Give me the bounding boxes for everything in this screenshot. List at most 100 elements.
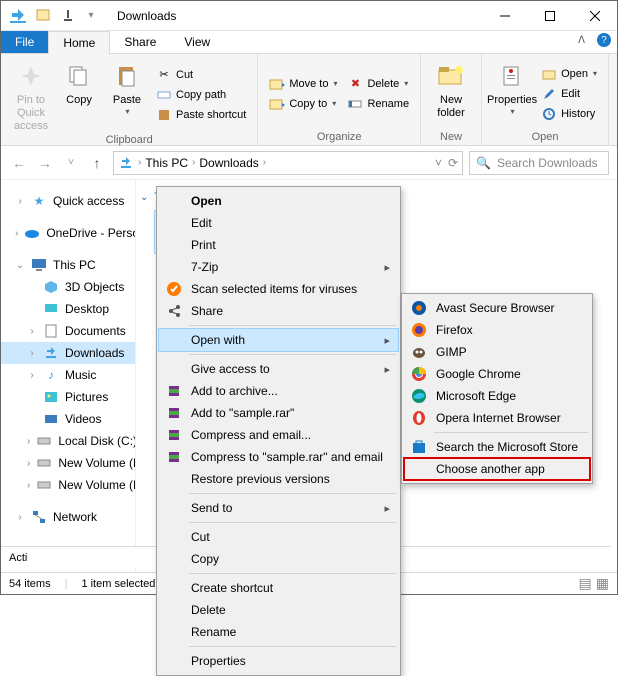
tab-view[interactable]: View xyxy=(170,31,224,53)
sidebar-item-local-disk-c[interactable]: ›Local Disk (C:) xyxy=(1,430,135,452)
chevron-right-icon[interactable]: › xyxy=(15,196,25,207)
ctx-7zip[interactable]: 7-Zip▸ xyxy=(159,256,398,278)
pin-to-quick-access-button[interactable]: Pin to Quick access xyxy=(7,56,55,134)
ctx-rename[interactable]: Rename xyxy=(159,621,398,643)
help-icon[interactable]: ? xyxy=(597,33,611,47)
ctx-edit[interactable]: Edit xyxy=(159,212,398,234)
ctx-add-sample[interactable]: Add to "sample.rar" xyxy=(159,402,398,424)
sidebar-item-new-volume-e[interactable]: ›New Volume (E:) xyxy=(1,474,135,496)
submenu-firefox[interactable]: Firefox xyxy=(404,319,590,341)
crumb-this-pc[interactable]: This PC xyxy=(145,156,188,170)
group-clipboard: Pin to Quick access Copy Paste ▾ ✂Cut Co… xyxy=(1,54,258,145)
copy-path-button[interactable]: Copy path xyxy=(153,86,249,104)
refresh-icon[interactable]: ⟳ xyxy=(448,156,458,170)
sidebar-item-quick-access[interactable]: ›★Quick access xyxy=(1,190,135,212)
submenu-store[interactable]: Search the Microsoft Store xyxy=(404,436,590,458)
ctx-scan[interactable]: Scan selected items for viruses xyxy=(159,278,398,300)
qat-save-icon[interactable] xyxy=(33,5,55,27)
qat-dropdown-icon[interactable] xyxy=(59,5,81,27)
chevron-right-icon[interactable]: › xyxy=(27,326,37,337)
rename-button[interactable]: Rename xyxy=(344,95,412,113)
submenu-gimp[interactable]: GIMP xyxy=(404,341,590,363)
delete-button[interactable]: ✖Delete▾ xyxy=(344,75,412,93)
ctx-delete[interactable]: Delete xyxy=(159,599,398,621)
submenu-edge[interactable]: Microsoft Edge xyxy=(404,385,590,407)
cut-button[interactable]: ✂Cut xyxy=(153,66,249,84)
chevron-right-icon[interactable]: › xyxy=(261,157,268,168)
chevron-right-icon[interactable]: › xyxy=(27,480,30,491)
sidebar-item-music[interactable]: ›♪Music xyxy=(1,364,135,386)
paste-button[interactable]: Paste ▾ xyxy=(103,56,151,134)
ctx-give-access[interactable]: Give access to▸ xyxy=(159,358,398,380)
ctx-properties[interactable]: Properties xyxy=(159,650,398,672)
sidebar-item-desktop[interactable]: Desktop xyxy=(1,298,135,320)
ctx-compress-sample-email[interactable]: Compress to "sample.rar" and email xyxy=(159,446,398,468)
chevron-right-icon[interactable]: › xyxy=(15,228,18,239)
paste-shortcut-button[interactable]: Paste shortcut xyxy=(153,106,249,124)
ctx-share[interactable]: Share xyxy=(159,300,398,322)
up-button[interactable]: ↑ xyxy=(87,153,107,173)
sidebar-item-downloads[interactable]: ›Downloads xyxy=(1,342,135,364)
submenu-chrome[interactable]: Google Chrome xyxy=(404,363,590,385)
sidebar-item-this-pc[interactable]: ⌄This PC xyxy=(1,254,135,276)
forward-button[interactable]: → xyxy=(35,153,55,173)
chevron-right-icon[interactable]: › xyxy=(27,436,30,447)
crumb-downloads[interactable]: Downloads xyxy=(199,156,258,170)
sidebar-item-documents[interactable]: ›Documents xyxy=(1,320,135,342)
chevron-right-icon[interactable]: › xyxy=(27,370,37,381)
ctx-add-archive[interactable]: Add to archive... xyxy=(159,380,398,402)
sidebar-item-pictures[interactable]: Pictures xyxy=(1,386,135,408)
chevron-right-icon[interactable]: › xyxy=(15,512,25,523)
close-button[interactable] xyxy=(572,1,617,31)
ctx-compress-email[interactable]: Compress and email... xyxy=(159,424,398,446)
chevron-down-icon[interactable]: ▾ xyxy=(85,5,97,27)
open-button[interactable]: Open▾ xyxy=(538,65,600,83)
chevron-down-icon[interactable]: ⌄ xyxy=(15,260,25,271)
breadcrumb[interactable]: › This PC › Downloads › ˅ ⟳ xyxy=(113,151,463,175)
back-button[interactable]: ← xyxy=(9,153,29,173)
tab-home[interactable]: Home xyxy=(48,31,110,54)
tab-share[interactable]: Share xyxy=(110,31,170,53)
ctx-cut[interactable]: Cut xyxy=(159,526,398,548)
chevron-down-icon[interactable]: ⌄ xyxy=(140,192,148,203)
new-folder-button[interactable]: New folder xyxy=(427,56,475,131)
avast-browser-icon xyxy=(410,299,428,317)
history-button[interactable]: History xyxy=(538,105,600,123)
move-to-button[interactable]: Move to▾ xyxy=(266,75,340,93)
drive-icon xyxy=(36,477,52,493)
chevron-right-icon[interactable]: › xyxy=(136,157,143,168)
ctx-create-shortcut[interactable]: Create shortcut xyxy=(159,577,398,599)
recent-locations-button[interactable]: ˅ xyxy=(61,153,81,173)
chevron-right-icon[interactable]: › xyxy=(190,157,197,168)
chevron-right-icon[interactable]: › xyxy=(27,458,30,469)
ctx-send-to[interactable]: Send to▸ xyxy=(159,497,398,519)
sidebar-item-new-volume-d[interactable]: ›New Volume (D:) xyxy=(1,452,135,474)
maximize-button[interactable] xyxy=(527,1,572,31)
ctx-restore[interactable]: Restore previous versions xyxy=(159,468,398,490)
details-view-icon[interactable]: ▤ xyxy=(579,575,592,592)
ctx-copy[interactable]: Copy xyxy=(159,548,398,570)
copy-to-button[interactable]: Copy to▾ xyxy=(266,95,340,113)
submenu-choose-another[interactable]: Choose another app xyxy=(404,458,590,480)
ctx-print[interactable]: Print xyxy=(159,234,398,256)
copy-button[interactable]: Copy xyxy=(55,56,103,134)
sidebar-item-network[interactable]: ›Network xyxy=(1,506,135,528)
sidebar-item-3d-objects[interactable]: 3D Objects xyxy=(1,276,135,298)
minimize-button[interactable] xyxy=(482,1,527,31)
chevron-down-icon[interactable]: ˅ xyxy=(435,156,442,170)
ctx-open[interactable]: Open xyxy=(159,190,398,212)
submenu-avast[interactable]: Avast Secure Browser xyxy=(404,297,590,319)
videos-icon xyxy=(43,411,59,427)
submenu-opera[interactable]: Opera Internet Browser xyxy=(404,407,590,429)
large-icons-view-icon[interactable]: ▦ xyxy=(596,575,609,592)
ribbon: Pin to Quick access Copy Paste ▾ ✂Cut Co… xyxy=(1,54,617,146)
edit-button[interactable]: Edit xyxy=(538,85,600,103)
properties-button[interactable]: Properties ▾ xyxy=(488,56,536,131)
search-input[interactable]: 🔍 Search Downloads xyxy=(469,151,609,175)
sidebar-item-onedrive[interactable]: ›OneDrive - Personal xyxy=(1,222,135,244)
sidebar-item-videos[interactable]: Videos xyxy=(1,408,135,430)
chevron-right-icon[interactable]: › xyxy=(27,348,37,359)
tab-file[interactable]: File xyxy=(1,31,48,53)
collapse-ribbon-icon[interactable]: ᐱ xyxy=(578,35,585,46)
ctx-open-with[interactable]: Open with▸ xyxy=(159,329,398,351)
